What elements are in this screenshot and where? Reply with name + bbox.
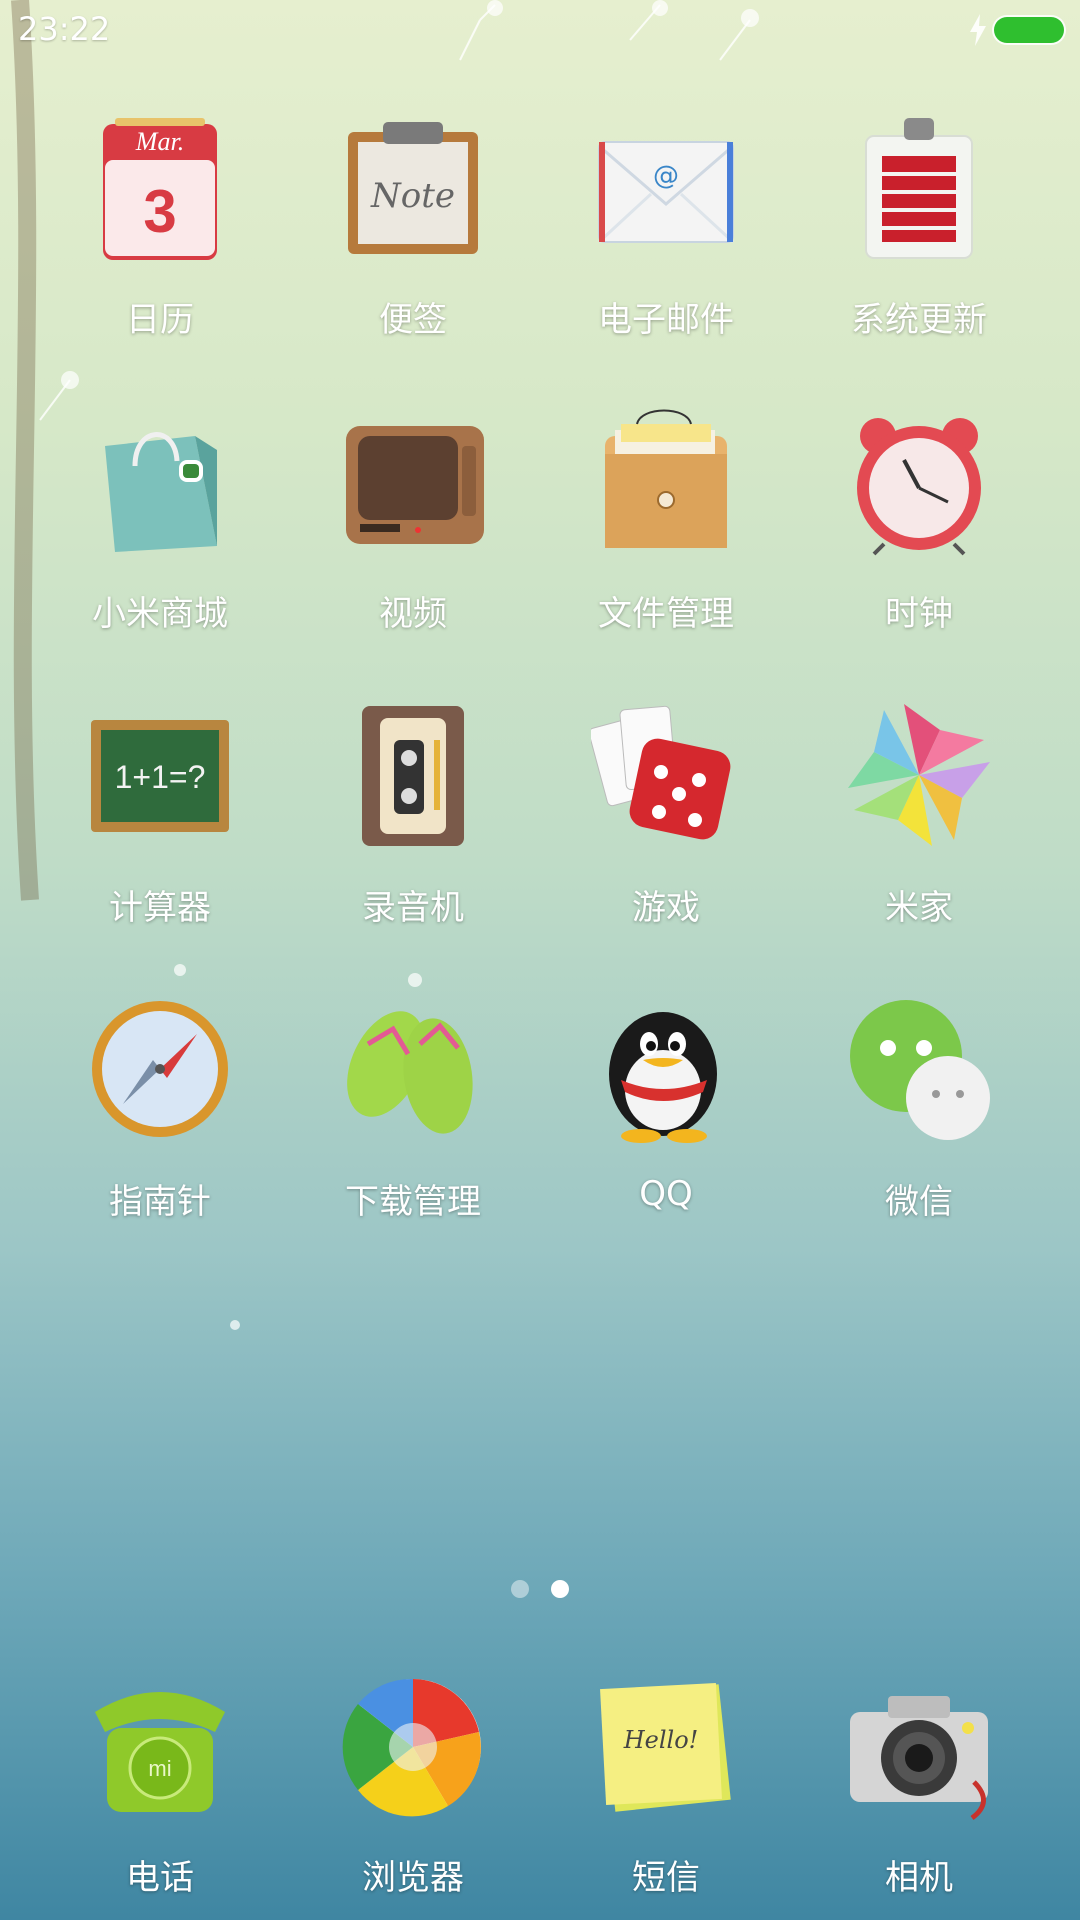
calendar-month-text: Mar. — [135, 127, 184, 156]
app-label: 相机 — [885, 1858, 953, 1898]
file-manager-icon — [605, 409, 727, 548]
compass-icon — [92, 1001, 228, 1137]
app-label: 系统更新 — [851, 300, 987, 340]
app-games[interactable]: 游戏 — [556, 688, 776, 958]
notes-icon: Note — [348, 122, 478, 254]
battery-icon — [994, 17, 1064, 43]
sms-sticky-note-icon: Hello! — [600, 1683, 731, 1812]
app-label: 小米商城 — [92, 594, 228, 634]
phone-icon: mi — [95, 1692, 225, 1812]
app-label: 电话 — [126, 1858, 194, 1898]
mi-store-icon — [105, 432, 217, 552]
games-dice-icon — [591, 705, 731, 840]
app-camera[interactable]: 相机 — [809, 1660, 1029, 1920]
page-dot-2-current[interactable] — [551, 1580, 569, 1598]
app-phone[interactable]: mi 电话 — [50, 1660, 270, 1920]
app-mijia[interactable]: 米家 — [809, 688, 1029, 958]
app-mi-store[interactable]: 小米商城 — [50, 394, 270, 664]
app-label: 电子邮件 — [598, 300, 734, 340]
page-indicator — [0, 1580, 1080, 1600]
app-file-manager[interactable]: 文件管理 — [556, 394, 776, 664]
app-label: 时钟 — [885, 594, 953, 634]
app-label: 视频 — [379, 594, 447, 634]
status-bar: 23:22 — [0, 0, 1080, 60]
page-dot-1[interactable] — [511, 1580, 529, 1598]
app-label: 浏览器 — [362, 1858, 464, 1898]
sticky-note-text: Hello! — [623, 1726, 699, 1754]
app-calculator[interactable]: 1+1=? 计算器 — [50, 688, 270, 958]
app-wechat[interactable]: 微信 — [809, 982, 1029, 1252]
phone-dial-text: mi — [148, 1756, 171, 1781]
app-label: 米家 — [885, 888, 953, 928]
app-system-update[interactable]: 系统更新 — [809, 100, 1029, 370]
mijia-pinwheel-icon — [848, 704, 990, 846]
app-download-manager[interactable]: 下载管理 — [303, 982, 523, 1252]
dock: mi 电话 浏览器 Hello! 短信 相机 — [0, 1660, 1080, 1920]
app-video[interactable]: 视频 — [303, 394, 523, 664]
app-browser[interactable]: 浏览器 — [303, 1660, 523, 1920]
app-grid: Mar. 3 日历 Note 便签 @ 电子邮件 系统更新 小米商城 视频 文件… — [0, 100, 1080, 1260]
app-calendar[interactable]: Mar. 3 日历 — [50, 100, 270, 370]
note-text: Note — [370, 176, 455, 216]
app-label: 微信 — [885, 1182, 953, 1222]
system-update-icon — [865, 118, 973, 259]
app-label: 短信 — [632, 1858, 700, 1898]
email-at-symbol: @ — [653, 161, 679, 191]
app-compass[interactable]: 指南针 — [50, 982, 270, 1252]
app-label: 下载管理 — [345, 1182, 481, 1222]
status-time: 23:22 — [18, 10, 111, 48]
camera-icon — [850, 1696, 988, 1821]
calendar-day-text: 3 — [143, 178, 176, 245]
app-notes[interactable]: Note 便签 — [303, 100, 523, 370]
qq-penguin-icon — [609, 1012, 717, 1143]
download-flipflops-icon — [347, 1011, 473, 1134]
app-label: 指南针 — [109, 1182, 211, 1222]
app-qq[interactable]: QQ — [556, 982, 776, 1252]
app-label: QQ — [639, 1174, 693, 1214]
charging-bolt-icon — [970, 14, 986, 46]
chalkboard-text: 1+1=? — [115, 759, 206, 795]
alarm-clock-icon — [857, 418, 981, 556]
app-clock[interactable]: 时钟 — [809, 394, 1029, 664]
wechat-icon — [850, 1000, 990, 1140]
app-label: 日历 — [126, 300, 194, 340]
email-icon: @ — [597, 141, 735, 244]
recorder-cassette-icon — [362, 706, 464, 846]
browser-ball-icon — [342, 1678, 481, 1817]
app-label: 文件管理 — [598, 594, 734, 634]
calendar-icon: Mar. 3 — [103, 118, 217, 260]
app-label: 录音机 — [362, 888, 464, 928]
app-label: 计算器 — [109, 888, 211, 928]
calculator-icon: 1+1=? — [91, 720, 229, 832]
app-label: 便签 — [379, 300, 447, 340]
video-tv-icon — [346, 426, 484, 544]
app-sms[interactable]: Hello! 短信 — [556, 1660, 776, 1920]
app-label: 游戏 — [632, 888, 700, 928]
app-recorder[interactable]: 录音机 — [303, 688, 523, 958]
app-email[interactable]: @ 电子邮件 — [556, 100, 776, 370]
